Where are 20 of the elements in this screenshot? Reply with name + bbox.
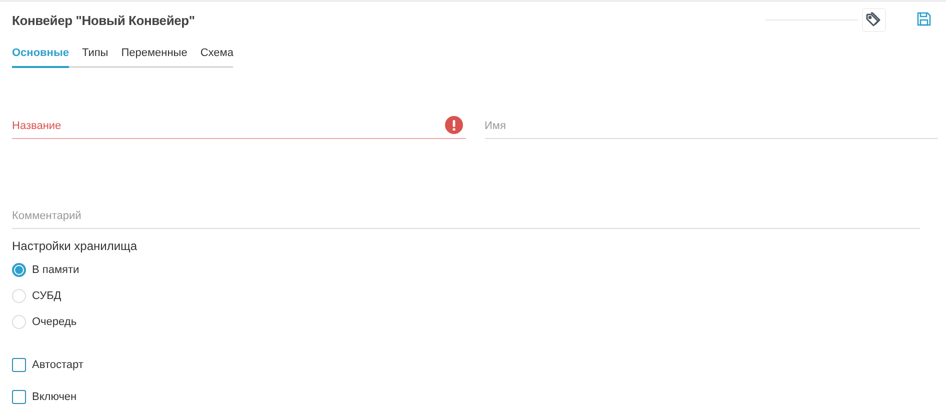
tag-button[interactable] bbox=[862, 8, 886, 32]
radio-label[interactable]: В памяти bbox=[32, 264, 80, 276]
checkbox-label[interactable]: Автостарт bbox=[32, 359, 84, 371]
checkbox[interactable] bbox=[12, 358, 26, 372]
input-field[interactable]: Имя bbox=[484, 106, 938, 139]
radio-label[interactable]: СУБД bbox=[32, 290, 62, 302]
checkbox-label[interactable]: Включен bbox=[32, 391, 77, 403]
tab[interactable]: Схема bbox=[200, 43, 234, 68]
page-title: Конвейер "Новый Конвейер" bbox=[12, 12, 196, 28]
input-field[interactable]: Комментарий bbox=[12, 196, 920, 229]
save-icon bbox=[917, 12, 931, 26]
radio-label[interactable]: Очередь bbox=[32, 316, 77, 328]
error-icon bbox=[444, 116, 462, 134]
checkbox[interactable] bbox=[12, 390, 26, 404]
save-button[interactable] bbox=[916, 12, 932, 28]
tab[interactable]: Типы bbox=[82, 43, 108, 68]
radio-button[interactable] bbox=[12, 263, 26, 277]
section-label: Настройки хранилища bbox=[12, 239, 138, 253]
tags-icon bbox=[865, 11, 883, 29]
tab[interactable]: Переменные bbox=[121, 43, 188, 68]
